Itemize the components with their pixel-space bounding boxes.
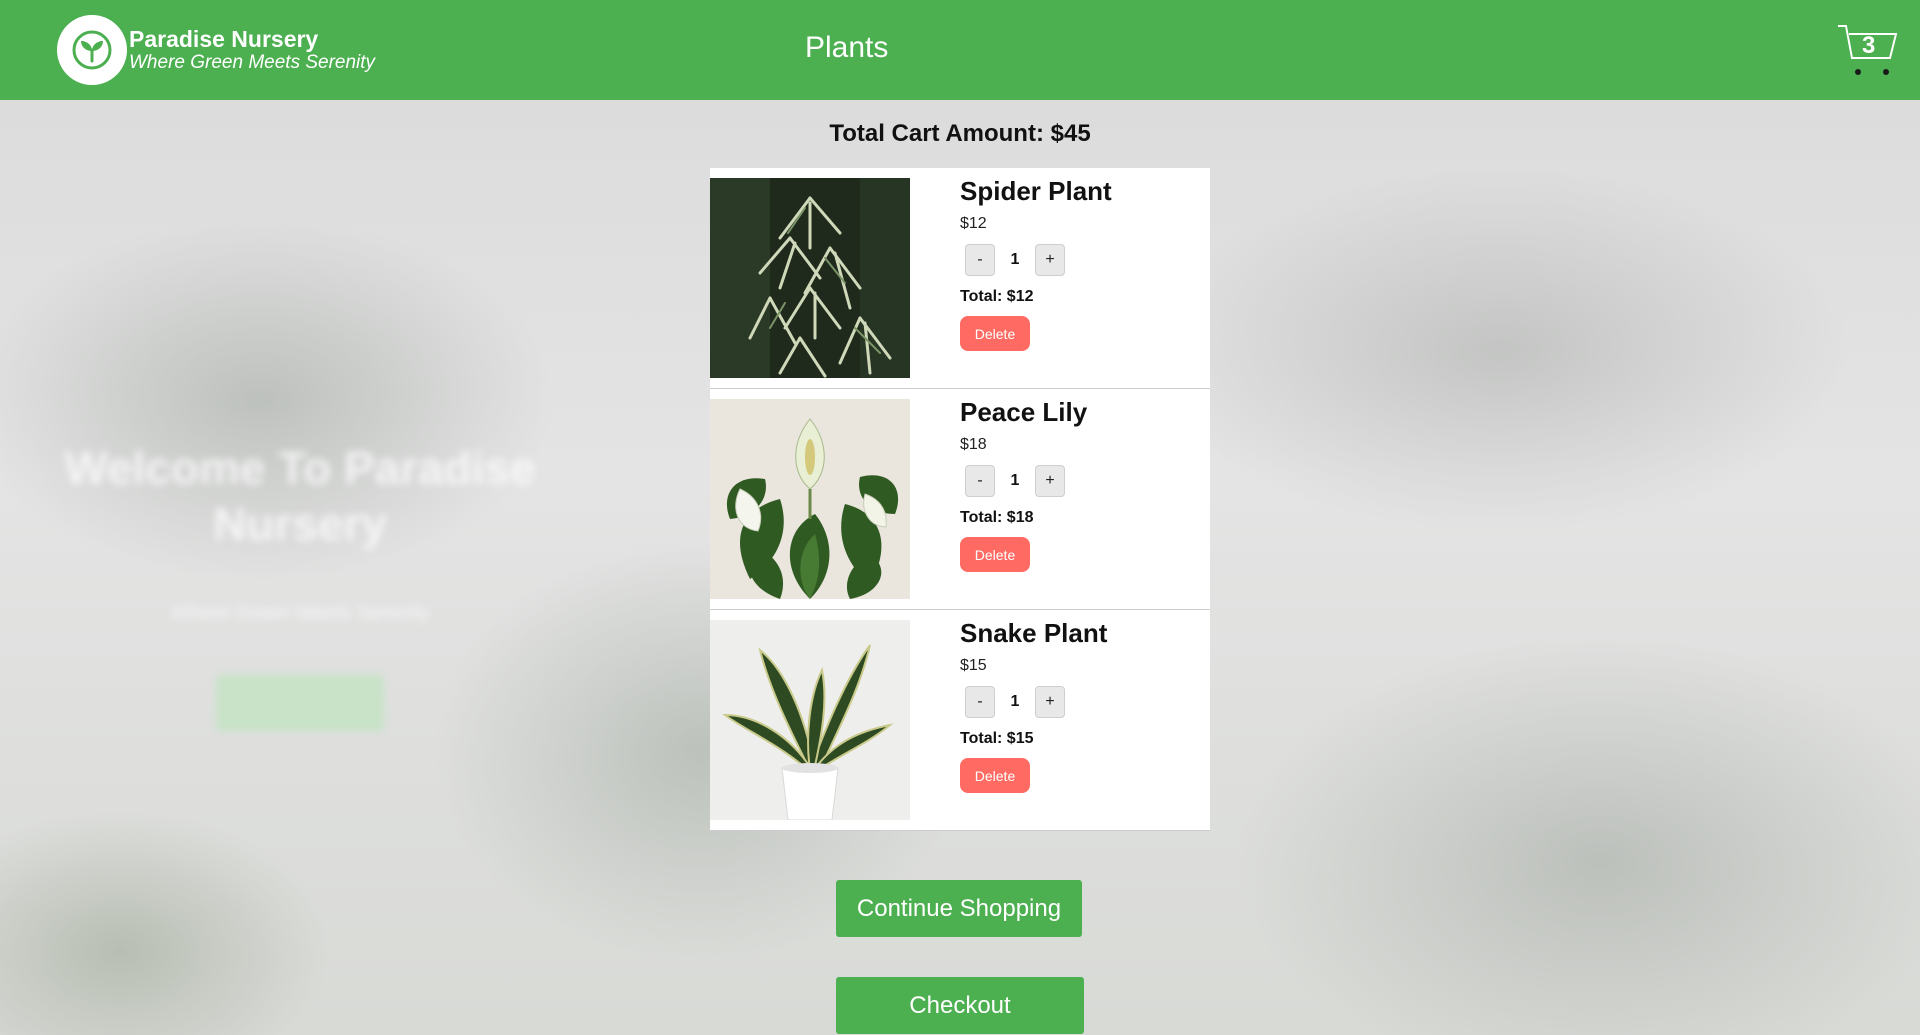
item-unit-price: $12 <box>960 215 987 232</box>
item-name: Spider Plant <box>960 176 1112 206</box>
cart-item-snake-plant: Snake Plant $15 - 1 + Total: $15 Delete <box>710 610 1210 831</box>
cart-item-peace-lily: Peace Lily $18 - 1 + Total: $18 Delete <box>710 389 1210 610</box>
item-quantity: 1 <box>1010 472 1020 489</box>
increment-quantity-button[interactable]: + <box>1035 465 1065 497</box>
increment-quantity-button[interactable]: + <box>1035 244 1065 276</box>
item-subtotal: Total: $12 <box>960 288 1034 305</box>
decrement-quantity-button[interactable]: - <box>965 244 995 276</box>
brand-logo-link[interactable]: Paradise Nursery Where Green Meets Seren… <box>57 15 375 85</box>
item-subtotal: Total: $15 <box>960 730 1034 747</box>
item-subtotal: Total: $18 <box>960 509 1034 526</box>
delete-item-button[interactable]: Delete <box>960 316 1030 351</box>
snake-plant-image <box>710 620 910 820</box>
background-get-started-button <box>216 675 384 731</box>
item-name: Peace Lily <box>960 397 1088 427</box>
background-hero-subtitle: Where Green Meets Serenity <box>170 602 430 624</box>
brand-tagline: Where Green Meets Serenity <box>129 52 376 73</box>
item-unit-price: $18 <box>960 436 987 453</box>
item-name: Snake Plant <box>960 618 1108 648</box>
header-bar: Paradise Nursery Where Green Meets Seren… <box>0 0 1920 100</box>
spider-plant-image <box>710 178 910 378</box>
brand-text: Paradise Nursery Where Green Meets Seren… <box>129 26 375 74</box>
item-quantity: 1 <box>1010 251 1020 268</box>
cart-item-details: Spider Plant $12 - 1 + Total: $12 Delete <box>960 176 1112 351</box>
quantity-stepper: - 1 + <box>965 686 1107 718</box>
peace-lily-image <box>710 399 910 599</box>
background-hero-title: Welcome To Paradise Nursery <box>64 442 536 550</box>
total-cart-amount: Total Cart Amount: $45 <box>829 120 1091 147</box>
background-hero: Welcome To Paradise Nursery Where Green … <box>60 440 540 736</box>
nav-plants-link[interactable]: Plants <box>805 30 888 66</box>
cart-count-badge[interactable]: 3 <box>1862 32 1875 60</box>
decrement-quantity-button[interactable]: - <box>965 686 995 718</box>
item-quantity: 1 <box>1010 693 1020 710</box>
increment-quantity-button[interactable]: + <box>1035 686 1065 718</box>
brand-name: Paradise Nursery <box>129 26 319 52</box>
checkout-button[interactable]: Checkout <box>836 977 1084 1034</box>
cart-item-list: Spider Plant $12 - 1 + Total: $12 Delete <box>710 168 1210 831</box>
decrement-quantity-button[interactable]: - <box>965 465 995 497</box>
quantity-stepper: - 1 + <box>965 465 1087 497</box>
cart-item-spider-plant: Spider Plant $12 - 1 + Total: $12 Delete <box>710 168 1210 389</box>
delete-item-button[interactable]: Delete <box>960 758 1030 793</box>
delete-item-button[interactable]: Delete <box>960 537 1030 572</box>
quantity-stepper: - 1 + <box>965 244 1112 276</box>
item-unit-price: $15 <box>960 657 987 674</box>
cart-item-details: Snake Plant $15 - 1 + Total: $15 Delete <box>960 618 1107 793</box>
sprout-logo-icon <box>57 15 127 85</box>
continue-shopping-button[interactable]: Continue Shopping <box>836 880 1082 937</box>
cart-item-details: Peace Lily $18 - 1 + Total: $18 Delete <box>960 397 1087 572</box>
